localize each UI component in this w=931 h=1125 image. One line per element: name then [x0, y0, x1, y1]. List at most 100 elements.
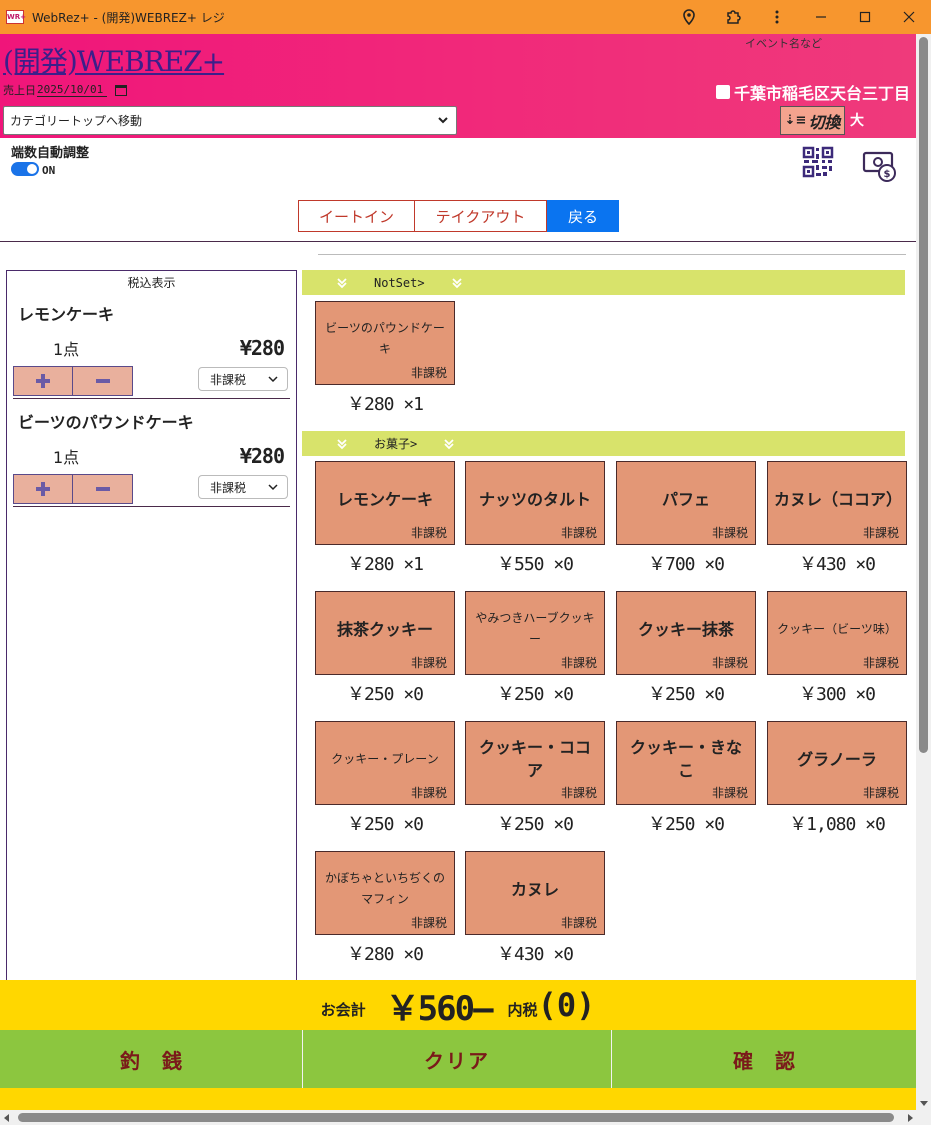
switch-button[interactable]: ⇣≡ 切換	[780, 106, 845, 135]
product-tax: 非課税	[711, 656, 748, 670]
vertical-scrollbar[interactable]	[916, 34, 931, 1110]
product-card[interactable]: グラノーラ 非課税 ￥1,080 ×0	[767, 721, 907, 836]
product-button[interactable]: レモンケーキ 非課税	[315, 461, 455, 545]
tax-label: 内税	[507, 1000, 538, 1019]
tab-takeout[interactable]: テイクアウト	[415, 200, 547, 232]
product-card[interactable]: 抹茶クッキー 非課税 ￥250 ×0	[315, 591, 455, 706]
decrease-button[interactable]	[73, 474, 133, 504]
product-tax: 非課税	[410, 916, 447, 930]
scrollbar-thumb[interactable]	[18, 1113, 894, 1122]
product-card[interactable]: かぼちゃといちぢくのマフィン 非課税 ￥280 ×0	[315, 851, 455, 966]
back-button[interactable]: 戻る	[547, 200, 619, 232]
product-card[interactable]: クッキー・ココア 非課税 ￥250 ×0	[465, 721, 605, 836]
extension-icon[interactable]	[711, 0, 755, 34]
product-card[interactable]: カヌレ 非課税 ￥430 ×0	[465, 851, 605, 966]
close-icon[interactable]	[887, 0, 931, 34]
product-button[interactable]: クッキー・きなこ 非課税	[616, 721, 756, 805]
scroll-right-icon[interactable]	[908, 1114, 913, 1122]
decrease-button[interactable]	[73, 366, 133, 396]
product-card[interactable]: ビーツのパウンドケーキ 非課税 ￥280 ×1	[315, 301, 455, 416]
product-button[interactable]: やみつきハーブクッキー 非課税	[465, 591, 605, 675]
product-button[interactable]: ビーツのパウンドケーキ 非課税	[315, 301, 455, 385]
product-name: やみつきハーブクッキー	[475, 611, 595, 646]
calendar-icon[interactable]	[115, 84, 128, 96]
product-button[interactable]: ナッツのタルト 非課税	[465, 461, 605, 545]
section-title: NotSet>	[374, 275, 425, 290]
product-tax: 非課税	[862, 526, 899, 540]
product-button[interactable]: カヌレ 非課税	[465, 851, 605, 935]
cart-item: ビーツのパウンドケーキ 1点 ¥280 非課税	[13, 399, 290, 507]
cash-icon[interactable]: $	[862, 150, 898, 184]
tax-type-select[interactable]: 非課税	[198, 367, 288, 391]
section-header[interactable]: NotSet>	[302, 270, 905, 295]
confirm-button[interactable]: 確認	[612, 1030, 916, 1088]
product-price: ￥430 ×0	[496, 944, 574, 965]
plus-icon	[36, 482, 50, 496]
tax-type-value: 非課税	[210, 480, 247, 495]
sales-date-input[interactable]: 2025/10/01	[37, 83, 108, 97]
mode-tabs: イートイン テイクアウト 戻る	[298, 200, 619, 232]
product-button[interactable]: グラノーラ 非課税	[767, 721, 907, 805]
product-price: ￥280 ×1	[346, 554, 424, 575]
increase-button[interactable]	[13, 474, 73, 504]
maximize-icon[interactable]	[843, 0, 887, 34]
product-tax: 非課税	[560, 526, 597, 540]
category-select[interactable]: カテゴリートップへ移動	[3, 106, 457, 135]
product-name: クッキー・プレーン	[331, 751, 439, 766]
product-button[interactable]: クッキー（ビーツ味） 非課税	[767, 591, 907, 675]
product-card[interactable]: やみつきハーブクッキー 非課税 ￥250 ×0	[465, 591, 605, 706]
auto-adjust-toggle[interactable]	[11, 162, 39, 176]
action-bar: 釣銭 クリア 確認	[0, 1030, 916, 1088]
sales-date-row: 売上日 2025/10/01	[3, 82, 128, 98]
horizontal-scrollbar[interactable]	[0, 1110, 931, 1125]
more-vert-icon[interactable]	[755, 0, 799, 34]
change-button[interactable]: 釣銭	[0, 1030, 303, 1088]
product-price: ￥250 ×0	[346, 814, 424, 835]
chevron-down-icon	[268, 376, 278, 383]
product-card[interactable]: クッキー・きなこ 非課税 ￥250 ×0	[616, 721, 756, 836]
double-chevron-down-icon	[337, 438, 347, 449]
plus-icon	[36, 374, 50, 388]
product-card[interactable]: ナッツのタルト 非課税 ￥550 ×0	[465, 461, 605, 576]
product-card[interactable]: パフェ 非課税 ￥700 ×0	[616, 461, 756, 576]
minimize-icon[interactable]	[799, 0, 843, 34]
tab-eat-in[interactable]: イートイン	[298, 200, 415, 232]
scrollbar-thumb[interactable]	[919, 37, 928, 753]
scroll-down-icon[interactable]	[920, 1101, 928, 1106]
window-title-bar: WR+ WebRez+ - (開発)WEBREZ+ レジ	[0, 0, 931, 34]
section-header[interactable]: お菓子>	[302, 431, 905, 456]
product-button[interactable]: かぼちゃといちぢくのマフィン 非課税	[315, 851, 455, 935]
product-price: ￥280 ×1	[346, 394, 424, 415]
product-card[interactable]: クッキー抹茶 非課税 ￥250 ×0	[616, 591, 756, 706]
location-icon[interactable]	[667, 0, 711, 34]
increase-button[interactable]	[13, 366, 73, 396]
product-button[interactable]: クッキー・プレーン 非課税	[315, 721, 455, 805]
tax-type-select[interactable]: 非課税	[198, 475, 288, 499]
app-title[interactable]: (開発)WEBREZ+	[3, 40, 225, 80]
product-price: ￥1,080 ×0	[789, 814, 886, 835]
chevron-down-icon	[268, 484, 278, 491]
product-card[interactable]: クッキー・プレーン 非課税 ￥250 ×0	[315, 721, 455, 836]
product-card[interactable]: カヌレ（ココア） 非課税 ￥430 ×0	[767, 461, 907, 576]
product-card[interactable]: レモンケーキ 非課税 ￥280 ×1	[315, 461, 455, 576]
minus-icon	[95, 487, 110, 491]
product-button[interactable]: パフェ 非課税	[616, 461, 756, 545]
app-icon: WR+	[6, 10, 26, 24]
product-price: ￥250 ×0	[647, 684, 725, 705]
product-button[interactable]: クッキー・ココア 非課税	[465, 721, 605, 805]
product-card[interactable]: クッキー（ビーツ味） 非課税 ￥300 ×0	[767, 591, 907, 706]
product-button[interactable]: 抹茶クッキー 非課税	[315, 591, 455, 675]
product-tax: 非課税	[560, 656, 597, 670]
product-name: パフェ	[661, 489, 710, 509]
store-location-text: 千葉市稲毛区天台三丁目	[733, 84, 910, 103]
tax-type-value: 非課税	[210, 372, 247, 387]
category-select-value: カテゴリートップへ移動	[10, 114, 143, 128]
product-price: ￥430 ×0	[798, 554, 876, 575]
auto-adjust-label: 端数自動調整	[11, 146, 90, 161]
qr-code-icon[interactable]	[802, 146, 834, 178]
cart-item-name: ビーツのパウンドケーキ	[18, 413, 194, 432]
product-button[interactable]: カヌレ（ココア） 非課税	[767, 461, 907, 545]
scroll-left-icon[interactable]	[4, 1114, 9, 1122]
clear-button[interactable]: クリア	[303, 1030, 612, 1088]
product-button[interactable]: クッキー抹茶 非課税	[616, 591, 756, 675]
